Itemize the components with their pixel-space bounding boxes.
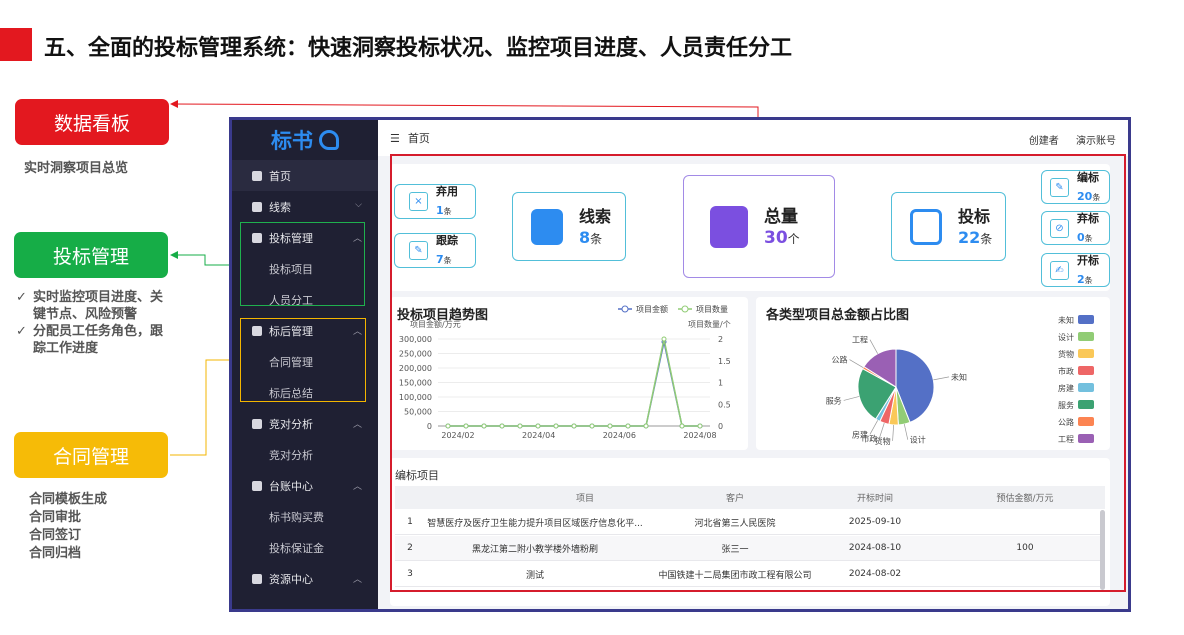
sidebar-item-resource-center[interactable]: 资源中心 ︿ [232,563,378,594]
sidebar-item-label: 资源中心 [269,572,313,586]
logo-text: 标书 [271,129,313,153]
chevron-up-icon: ︿ [352,575,362,585]
slide-title: 五、全面的投标管理系统：快速洞察投标状况、监控项目进度、人员责任分工 [44,36,793,61]
user-info: 创建者 演示账号 [1015,132,1116,147]
contract-note-item: 合同签订 [29,528,82,543]
sidebar-item-label: 竞对分析 [269,417,313,431]
bid-note-item: 实时监控项目进度、关键节点、风险预警 [16,289,166,323]
analysis-icon [252,418,262,429]
account-name[interactable]: 演示账号 [1076,136,1116,147]
dashboard-note: 实时洞察项目总览 [24,161,129,176]
chevron-up-icon: ︿ [352,482,362,492]
logo-icon [319,130,339,150]
sidebar-subitem-competitor-analysis[interactable]: 竞对分析 [232,439,378,470]
dashboard-callout: 数据看板 [15,99,169,145]
app-window: 标书 首页 线索 ⌵ 投标管理 ︿ 投标项目 人员分工 标后管理 ︿ 合同管理 … [229,117,1131,612]
app-logo[interactable]: 标书 [232,120,378,160]
contract-management-notes: 合同模板生成 合同审批 合同签订 合同归档 [29,491,107,563]
contract-management-callout: 合同管理 [14,432,168,478]
sidebar-item-leads[interactable]: 线索 ⌵ [232,191,378,222]
dashboard-highlight-box [390,154,1126,592]
sidebar-item-ledger-center[interactable]: 台账中心 ︿ [232,470,378,501]
main-content: ☰ 首页 创建者 演示账号 × 弃用 1条 ✎ 跟踪 7条 线索 8条 总量 3… [378,120,1128,609]
sidebar-item-home[interactable]: 首页 [232,160,378,191]
breadcrumb[interactable]: 首页 [408,130,430,146]
home-icon [252,170,262,181]
top-bar: ☰ 首页 创建者 演示账号 [378,120,1128,156]
contract-note-item: 合同审批 [29,510,82,525]
creator-label: 创建者 [1028,136,1059,147]
sidebar-subitem-bid-document-fee[interactable]: 标书购买费 [232,501,378,532]
contract-note-item: 合同模板生成 [29,492,108,507]
location-pin-icon [252,201,262,212]
sidebar-item-competitor-analysis[interactable]: 竞对分析 ︿ [232,408,378,439]
briefcase-icon [252,573,262,584]
sidebar-item-label: 台账中心 [269,479,313,493]
bid-management-notes: 实时监控项目进度、关键节点、风险预警 分配员工任务角色，跟踪工作进度 [16,289,166,357]
chevron-up-icon: ︿ [352,420,362,430]
post-bid-menu-highlight-box [240,318,366,402]
bid-management-callout: 投标管理 [14,232,168,278]
menu-toggle-icon[interactable]: ☰ [390,132,400,145]
ledger-icon [252,480,262,491]
sidebar-item-label: 首页 [269,169,291,183]
contract-note-item: 合同归档 [29,546,82,561]
chevron-down-icon: ⌵ [355,200,362,210]
title-accent-bar [0,28,32,61]
sidebar-subitem-bid-deposit[interactable]: 投标保证金 [232,532,378,563]
bid-menu-highlight-box [240,222,365,306]
bid-note-item: 分配员工任务角色，跟踪工作进度 [16,323,166,357]
sidebar-item-label: 线索 [269,200,291,214]
